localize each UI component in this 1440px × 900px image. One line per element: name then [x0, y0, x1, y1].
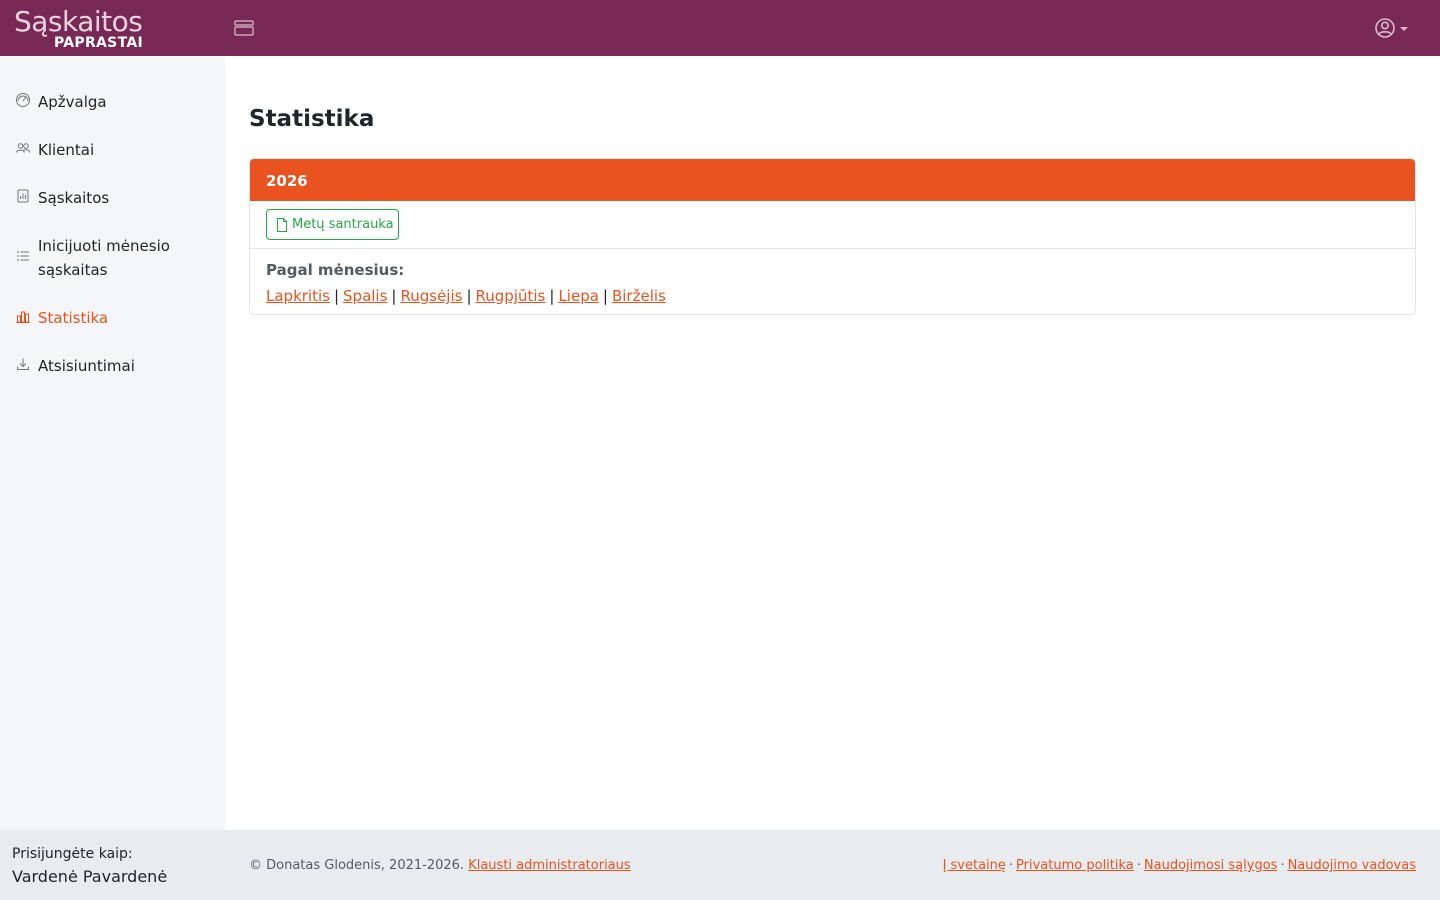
separator: | [602, 287, 608, 305]
contact-admin-link[interactable]: Klausti administratoriaus [468, 858, 630, 873]
separator: | [333, 287, 340, 305]
top-navbar: Sąskaitos PAPRASTAI [0, 0, 1440, 56]
year-summary-label: Metų santrauka [292, 217, 394, 232]
month-link-spalis[interactable]: Spalis [343, 287, 387, 305]
sidebar-item-label: Statistika [38, 309, 109, 327]
footer-link-terms[interactable]: Naudojimosi sąlygos [1144, 858, 1278, 873]
year-card-header: 2026 [250, 159, 1415, 201]
brand-title: Sąskaitos [14, 5, 143, 38]
list-icon [17, 251, 29, 261]
month-link-lapkritis[interactable]: Lapkritis [266, 287, 330, 305]
copyright: © Donatas Glodenis, 2021-2026. Klausti a… [249, 857, 631, 875]
logged-in-label: Prisijungėte kaip: [12, 846, 133, 862]
by-month-label: Pagal mėnesius: [266, 261, 405, 279]
sidebar-item-saskaitos[interactable]: Sąskaitos [0, 186, 225, 226]
card-divider [250, 248, 1415, 249]
month-link-birzelis[interactable]: Birželis [612, 287, 666, 305]
copyright-text: © Donatas Glodenis, 2021-2026. [249, 858, 465, 873]
sidebar-item-label: Sąskaitos [38, 189, 110, 207]
month-links: Lapkritis | Spalis | Rugsėjis | Rugpjūtis | Liep… [266, 285, 666, 307]
month-link-liepa[interactable]: Liepa [558, 287, 598, 305]
link-separator: · [1136, 858, 1141, 873]
user-avatar-icon [1375, 18, 1395, 38]
sidebar-item-statistika[interactable]: Statistika [0, 306, 225, 346]
month-link-rugsejis[interactable]: Rugsėjis [400, 287, 462, 305]
sidebar-item-klientai[interactable]: Klientai [0, 138, 225, 178]
sidebar-item-atsisiuntimai[interactable]: Atsisiuntimai [0, 354, 225, 394]
sidebar-item-apzvalga[interactable]: Apžvalga [0, 90, 225, 130]
separator: | [391, 287, 397, 305]
sidebar-item-inicijuoti[interactable]: Inicijuoti mėnesio sąskaitas [0, 234, 225, 290]
brand-subtitle: PAPRASTAI [54, 35, 143, 51]
sidebar: Apžvalga Klientai Sąskaitos Inicijuoti m… [0, 56, 225, 830]
sidebar-item-label: Apžvalga [38, 93, 107, 111]
download-icon [17, 358, 29, 370]
sidebar-toggle-button[interactable] [232, 16, 256, 40]
sidebar-item-label: Klientai [38, 141, 95, 159]
invoice-icon [17, 189, 29, 203]
main-content: Statistika 2026 Metų santrauka Pagal mėn… [225, 56, 1440, 830]
link-separator: · [1280, 858, 1285, 873]
user-menu-button[interactable] [1372, 14, 1412, 42]
statistics-icon [16, 311, 30, 323]
page-title: Statistika [249, 106, 375, 132]
brand-logo[interactable]: Sąskaitos PAPRASTAI [14, 6, 144, 52]
users-icon [16, 143, 31, 153]
caret-down-icon [1400, 27, 1408, 31]
year-card: 2026 Metų santrauka Pagal mėnesius: Lapk… [249, 158, 1416, 315]
sidebar-item-label: Inicijuoti mėnesio sąskaitas [38, 237, 170, 279]
year-summary-button[interactable]: Metų santrauka [266, 209, 399, 240]
file-icon [277, 218, 287, 232]
footer-link-privacy[interactable]: Privatumo politika [1016, 858, 1134, 873]
separator: | [549, 287, 555, 305]
separator: | [466, 287, 472, 305]
logged-in-user-name: Vardenė Pavardenė [12, 867, 168, 886]
month-link-rugpjutis[interactable]: Rugpjūtis [476, 287, 546, 305]
footer-link-website[interactable]: Į svetainę [943, 858, 1006, 873]
footer-links: Į svetainę · Privatumo politika · Naudojimos… [943, 857, 1416, 875]
sidebar-item-label: Atsisiuntimai [38, 357, 135, 375]
dashboard-icon [16, 93, 30, 107]
link-separator: · [1008, 858, 1014, 873]
footer: Prisijungėte kaip: Vardenė Pavardenė © D… [0, 830, 1440, 900]
footer-link-guide[interactable]: Naudojimo vadovas [1288, 858, 1416, 873]
year-label: 2026 [266, 172, 308, 190]
menu-toggle-icon [234, 20, 254, 36]
